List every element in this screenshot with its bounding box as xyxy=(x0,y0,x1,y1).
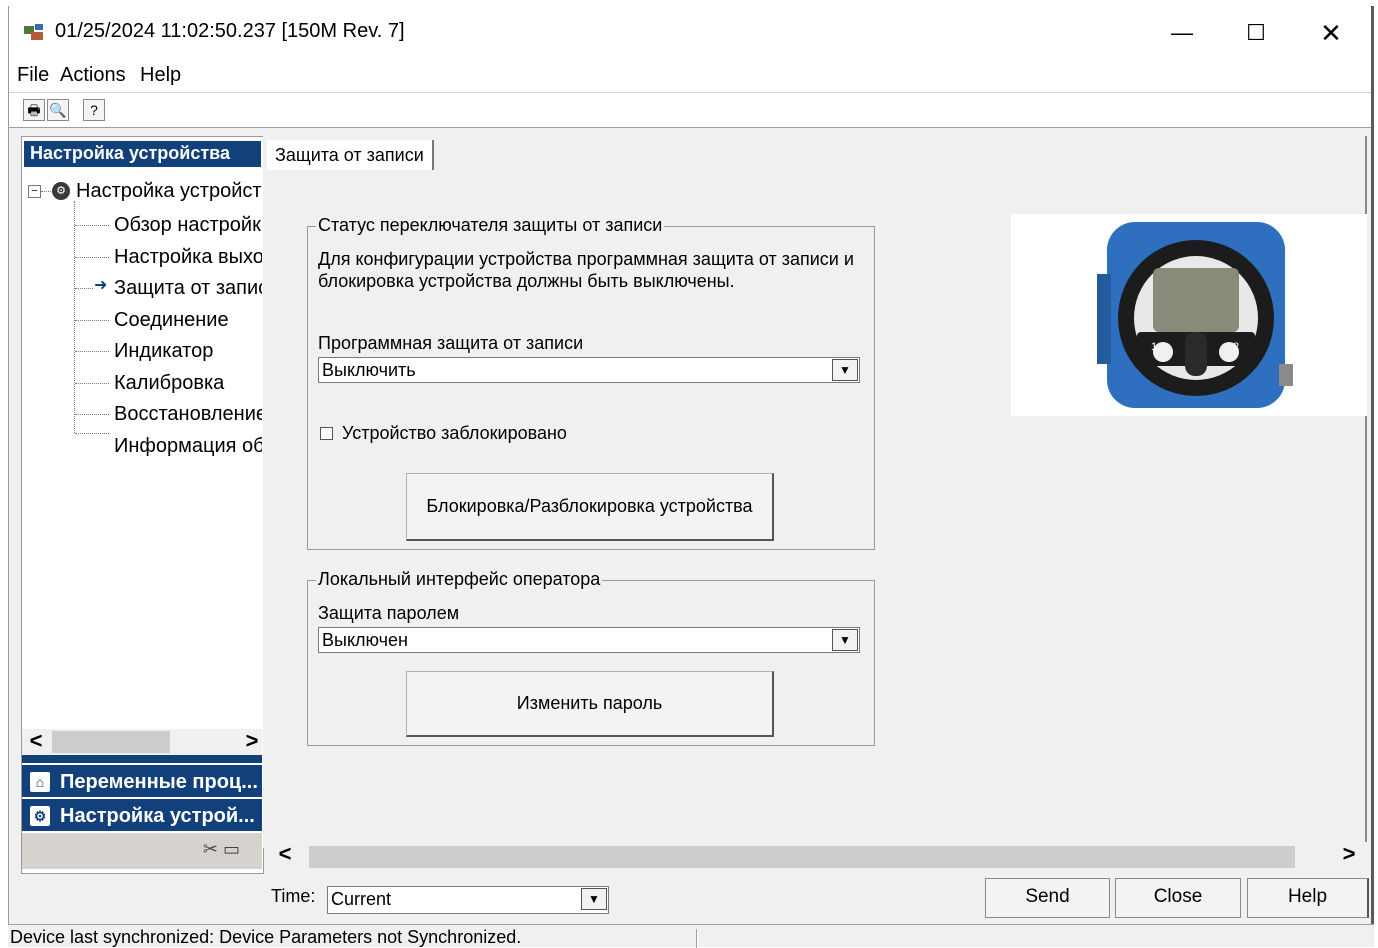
tree-item-indicator[interactable]: Индикатор xyxy=(114,337,213,365)
tree-horizontal-scrollbar[interactable]: < > xyxy=(22,729,262,755)
scrollbar-thumb[interactable] xyxy=(309,846,1295,868)
nav-tab-process-variables[interactable]: ⌂ Переменные проц... xyxy=(22,763,262,797)
tree-connector xyxy=(75,414,109,415)
navigation-panel: Настройка устройства − ⚙ Настройка устро… xyxy=(21,136,264,874)
tree-connector xyxy=(75,383,109,384)
tree-connector xyxy=(75,320,109,321)
menu-help[interactable]: Help xyxy=(140,64,181,87)
chevron-down-icon[interactable]: ▼ xyxy=(832,359,858,381)
software-protect-value: Выключить xyxy=(322,360,416,380)
tree-item-restore[interactable]: Восстановление/ xyxy=(114,400,262,428)
tree-item-root[interactable]: Настройка устройства xyxy=(76,177,262,205)
print-icon[interactable]: 🖶 xyxy=(23,99,45,121)
software-protect-select[interactable]: Выключить ▼ xyxy=(318,357,860,383)
scroll-right-arrow[interactable]: > xyxy=(1337,842,1361,868)
device-locked-label: Устройство заблокировано xyxy=(342,423,567,443)
scroll-right-arrow[interactable]: > xyxy=(240,729,264,755)
device-image: 1 2 xyxy=(1011,214,1367,416)
tree-item-output[interactable]: Настройка выхода xyxy=(114,243,262,271)
toolbar: 🖶 🔍 ? xyxy=(9,92,1371,128)
tree-item-connection[interactable]: Соединение xyxy=(114,306,229,334)
time-label: Time: xyxy=(271,886,316,906)
context-help-icon[interactable]: ? xyxy=(83,99,105,121)
info-text-line-2: блокировка устройства должны быть выключ… xyxy=(318,271,735,291)
time-select[interactable]: Current ▼ xyxy=(327,886,609,914)
status-bar: Device last synchronized: Device Paramet… xyxy=(8,924,1374,948)
menu-bar: File Actions Help xyxy=(9,58,1371,92)
tree-connector xyxy=(75,257,109,258)
close-button[interactable]: Close xyxy=(1115,878,1241,918)
group-title: Статус переключателя защиты от записи xyxy=(316,215,665,236)
title-bar: 01/25/2024 11:02:50.237 [150M Rev. 7] — … xyxy=(9,6,1371,58)
close-window-button[interactable]: ✕ xyxy=(1308,16,1354,50)
panel-splitter[interactable] xyxy=(22,755,262,763)
navigation-footer: ✂ ▭ xyxy=(22,833,262,869)
tree-connector xyxy=(75,433,109,434)
password-protect-select[interactable]: Выключен ▼ xyxy=(318,627,860,653)
print-preview-icon[interactable]: 🔍 xyxy=(47,99,69,121)
content-area: Защита от записи Статус переключателя за… xyxy=(263,136,1367,848)
status-text: Device last synchronized: Device Paramet… xyxy=(10,927,522,947)
tree-item-write-protect[interactable]: Защита от записи xyxy=(114,274,262,302)
tab-write-protect[interactable]: Защита от записи xyxy=(267,140,434,170)
app-window: 01/25/2024 11:02:50.237 [150M Rev. 7] — … xyxy=(8,6,1374,947)
menu-tree: − ⚙ Настройка устройства Обзор настройки… xyxy=(22,173,262,733)
content-horizontal-scrollbar[interactable]: < > xyxy=(269,842,1369,870)
menu-actions[interactable]: Actions xyxy=(60,64,126,87)
device-icon: ⚙ xyxy=(30,806,50,826)
write-protect-status-group: Статус переключателя защиты от записи Дл… xyxy=(307,215,875,550)
tree-connector xyxy=(75,351,109,352)
collapse-icon[interactable]: − xyxy=(28,185,41,198)
tree-connector xyxy=(74,201,75,433)
chevron-down-icon[interactable]: ▼ xyxy=(832,629,858,651)
software-protect-label: Программная защита от записи xyxy=(318,333,584,353)
device-locked-checkbox[interactable] xyxy=(320,427,333,440)
tree-item-overview[interactable]: Обзор настройки xyxy=(114,211,262,239)
status-divider xyxy=(696,929,698,948)
home-icon: ⌂ xyxy=(30,772,50,792)
dial-label-1: 1 xyxy=(1151,341,1157,353)
tree-connector xyxy=(41,191,51,192)
tree-item-calibration[interactable]: Калибровка xyxy=(114,369,224,397)
time-value: Current xyxy=(331,889,392,909)
tree-connector xyxy=(75,225,109,226)
window-title: 01/25/2024 11:02:50.237 [150M Rev. 7] xyxy=(55,20,405,42)
info-text-line-1: Для конфигурации устройства программная … xyxy=(318,249,854,269)
local-operator-interface-group: Локальный интерфейс оператора Защита пар… xyxy=(307,569,875,746)
app-icon xyxy=(23,22,47,44)
chevron-down-icon[interactable]: ▼ xyxy=(581,888,607,910)
dial-label-2: 2 xyxy=(1233,341,1239,353)
tree-item-device-info[interactable]: Информация об xyxy=(114,432,262,460)
scroll-left-arrow[interactable]: < xyxy=(24,729,48,755)
minimize-button[interactable]: — xyxy=(1159,16,1205,50)
menu-file[interactable]: File xyxy=(17,64,49,87)
scrollbar-thumb[interactable] xyxy=(52,731,170,753)
group-title: Локальный интерфейс оператора xyxy=(316,569,603,590)
tree-connector xyxy=(75,288,93,289)
lock-unlock-device-button[interactable]: Блокировка/Разблокировка устройства xyxy=(406,473,774,541)
device-icon: ⚙ xyxy=(52,182,70,200)
navigation-header: Настройка устройства xyxy=(24,141,261,167)
send-button[interactable]: Send xyxy=(985,878,1110,918)
scroll-left-arrow[interactable]: < xyxy=(273,842,297,868)
nav-tab-label: Настройка устрой... xyxy=(60,805,255,827)
change-password-button[interactable]: Изменить пароль xyxy=(406,671,774,737)
tools-icon[interactable]: ✂ ▭ xyxy=(203,839,240,860)
nav-tab-label: Переменные проц... xyxy=(60,771,258,793)
password-protect-label: Защита паролем xyxy=(318,603,460,623)
maximize-button[interactable]: ☐ xyxy=(1233,16,1279,50)
help-button[interactable]: Help xyxy=(1247,878,1369,918)
current-page-arrow-icon: ➜ xyxy=(94,277,108,294)
password-protect-value: Выключен xyxy=(322,630,408,650)
nav-tab-device-setup[interactable]: ⚙ Настройка устрой... xyxy=(22,797,262,831)
